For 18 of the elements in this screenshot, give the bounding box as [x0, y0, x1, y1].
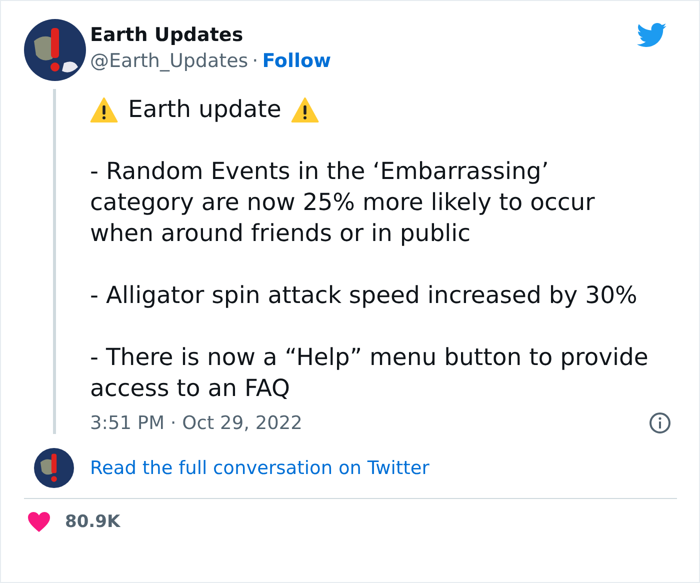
tweet-paragraph: - Alligator spin attack speed increased by 30% [90, 280, 638, 311]
globe-avatar-icon [24, 19, 86, 81]
author-name: Earth Updates [90, 24, 244, 46]
tweet-headline: Earth update [128, 94, 282, 125]
tweet-paragraph: - Random Events in the ‘Embarrassing’ category are now 25% more likely to occur when around friends or in public [90, 156, 596, 249]
like-count: 80.9K [65, 512, 120, 532]
globe-avatar-icon [34, 448, 74, 488]
tweet-paragraph: - There is now a “Help” menu button to provide access to an FAQ [90, 342, 650, 404]
heart-icon[interactable] [27, 511, 51, 533]
author-handle[interactable]: @Earth_Updates [90, 50, 248, 72]
read-conversation-link[interactable]: Read the full conversation on Twitter [90, 458, 430, 478]
tweet-timestamp[interactable]: 3:51 PM · Oct 29, 2022 [90, 412, 302, 434]
bird-logo-icon[interactable] [637, 23, 667, 48]
warning-icon [90, 96, 118, 122]
follow-link[interactable]: Follow [262, 50, 332, 72]
info-icon[interactable] [649, 412, 671, 434]
separator-dot: · [252, 50, 258, 72]
warning-icon [291, 96, 320, 122]
